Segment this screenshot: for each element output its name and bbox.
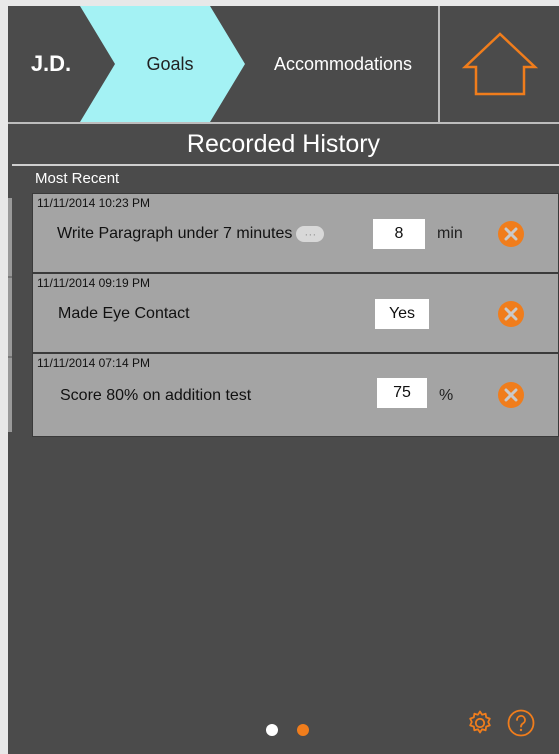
delete-icon[interactable] bbox=[498, 382, 524, 408]
page-dot-2[interactable] bbox=[297, 724, 309, 736]
gear-icon[interactable] bbox=[466, 709, 494, 737]
help-icon[interactable] bbox=[507, 709, 535, 737]
tab-goals-label: Goals bbox=[146, 53, 194, 74]
history-record[interactable]: 11/11/2014 09:19 PM Made Eye Contact Yes bbox=[32, 273, 559, 353]
title-underline bbox=[12, 164, 559, 166]
note-ellipsis-icon[interactable]: ··· bbox=[296, 226, 325, 242]
record-goal: Write Paragraph under 7 minutes ··· bbox=[57, 194, 325, 274]
home-icon bbox=[461, 32, 538, 96]
home-button[interactable] bbox=[440, 6, 559, 122]
record-goal: Score 80% on addition test bbox=[60, 354, 251, 438]
record-unit: min bbox=[437, 225, 463, 242]
record-goal-text: Write Paragraph under 7 minutes bbox=[57, 225, 293, 242]
history-record[interactable]: 11/11/2014 10:23 PM Write Paragraph unde… bbox=[32, 193, 559, 273]
record-value[interactable]: Yes bbox=[375, 299, 429, 329]
delete-icon[interactable] bbox=[498, 221, 524, 247]
record-goal: Made Eye Contact bbox=[58, 274, 190, 354]
app-window: J.D. Goals Accommodations Recorded Histo… bbox=[8, 6, 559, 754]
section-label: Most Recent bbox=[35, 170, 120, 187]
record-value[interactable]: 75 bbox=[377, 378, 427, 408]
delete-icon[interactable] bbox=[498, 301, 524, 327]
record-goal-text: Made Eye Contact bbox=[58, 305, 190, 322]
record-goal-text: Score 80% on addition test bbox=[60, 387, 252, 404]
record-unit: % bbox=[439, 387, 454, 404]
tab-goals[interactable]: Goals bbox=[80, 6, 246, 122]
tab-accommodations[interactable]: Accommodations bbox=[248, 6, 438, 122]
previous-page-peek bbox=[8, 198, 12, 432]
page-dot-1[interactable] bbox=[266, 724, 278, 736]
history-record[interactable]: 11/11/2014 07:14 PM Score 80% on additio… bbox=[32, 353, 559, 437]
record-value[interactable]: 8 bbox=[373, 219, 425, 249]
page-title: Recorded History bbox=[186, 130, 381, 158]
header: J.D. Goals Accommodations bbox=[8, 6, 559, 122]
